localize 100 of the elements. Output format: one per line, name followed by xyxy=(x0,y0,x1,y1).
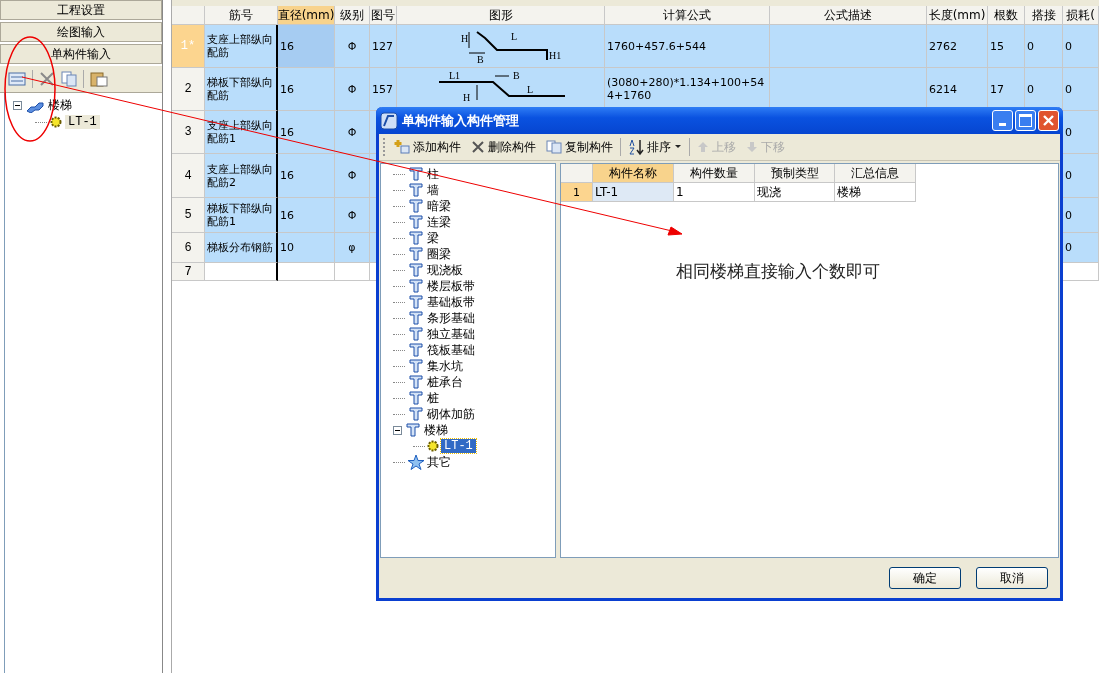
table-cell: 15 xyxy=(988,25,1025,68)
tree-item[interactable]: 桩承台 xyxy=(427,373,463,391)
column-header[interactable]: 汇总信息 xyxy=(835,164,916,183)
tree-item[interactable]: 桩 xyxy=(427,389,439,407)
table-cell: 127 xyxy=(370,25,397,68)
table-cell: 梯板下部纵向配筋 xyxy=(205,68,278,111)
tree-item[interactable]: 筏板基础 xyxy=(427,341,475,359)
row-header[interactable]: 3 xyxy=(172,111,205,154)
tree-item[interactable]: 连梁 xyxy=(427,213,451,231)
table-cell: 10 xyxy=(278,233,335,263)
table-cell: 0 xyxy=(1063,233,1099,263)
row-header[interactable]: 7 xyxy=(172,263,205,281)
table-cell: 2762 xyxy=(927,25,988,68)
column-header[interactable]: 损耗( xyxy=(1063,6,1099,25)
copy-icon[interactable] xyxy=(61,71,77,87)
tree-item[interactable]: 砌体加筋 xyxy=(427,405,475,423)
copy-icon xyxy=(546,140,562,154)
column-header[interactable]: 根数 xyxy=(988,6,1025,25)
column-header[interactable]: 计算公式 xyxy=(605,6,770,25)
row-header[interactable]: 4 xyxy=(172,154,205,198)
structure-icon xyxy=(407,214,425,230)
table-cell: Φ xyxy=(335,154,370,198)
toolbar-button[interactable]: 添加构件 xyxy=(391,138,464,156)
star-icon xyxy=(407,454,425,470)
table-cell: 0 xyxy=(1063,154,1099,198)
column-header[interactable]: 图号 xyxy=(370,6,397,25)
table-cell: 0 xyxy=(1025,25,1063,68)
delete-icon[interactable] xyxy=(39,71,55,87)
row-header[interactable]: 2 xyxy=(172,68,205,111)
app-icon xyxy=(380,111,398,130)
collapse-toggle[interactable] xyxy=(13,100,22,110)
table-cell: Φ xyxy=(335,25,370,68)
tree-item[interactable]: LT-1 xyxy=(441,439,476,453)
table-cell: 0 xyxy=(1063,111,1099,154)
down-arrow-icon xyxy=(746,141,758,153)
tree-item[interactable]: 梁 xyxy=(427,229,439,247)
tree-item[interactable]: 楼层板带 xyxy=(427,277,475,295)
column-header[interactable]: 级别 xyxy=(335,6,370,25)
tree-item[interactable]: 独立基础 xyxy=(427,325,475,343)
table-cell: 157 xyxy=(370,68,397,111)
row-header[interactable]: 5 xyxy=(172,198,205,233)
section-button[interactable]: 绘图输入 xyxy=(0,22,162,42)
column-header[interactable]: 构件数量 xyxy=(674,164,755,183)
cancel-button[interactable]: 取消 xyxy=(976,567,1048,589)
column-header[interactable]: 长度(mm) xyxy=(927,6,988,25)
note-text: 相同楼梯直接输入个数即可 xyxy=(676,260,881,283)
toolbar-button[interactable]: 删除构件 xyxy=(468,138,539,156)
tree-item[interactable]: 暗梁 xyxy=(427,197,451,215)
table-cell: 楼梯 xyxy=(835,183,916,202)
tree-item[interactable]: 基础板带 xyxy=(427,293,475,311)
section-button[interactable]: 单构件输入 xyxy=(0,44,162,64)
toolbar-button[interactable]: 排序 xyxy=(625,138,685,156)
add-icon xyxy=(394,140,410,154)
maximize-button[interactable] xyxy=(1015,110,1036,131)
column-header[interactable]: 图形 xyxy=(397,6,605,25)
table-cell: 16 xyxy=(278,198,335,233)
collapse-toggle[interactable] xyxy=(393,425,402,435)
paste-icon[interactable] xyxy=(90,71,108,87)
tree-item[interactable]: 现浇板 xyxy=(427,261,463,279)
column-header[interactable]: 构件名称 xyxy=(593,164,674,183)
column-header[interactable]: 直径(mm) xyxy=(278,6,335,25)
table-cell: Φ xyxy=(335,198,370,233)
rebar-shape-drawing: H B L H1 xyxy=(399,26,602,66)
tree-item[interactable]: 楼梯 xyxy=(424,421,448,439)
structure-icon xyxy=(407,278,425,294)
tree-item[interactable]: 集水坑 xyxy=(427,357,463,375)
table-cell: LT-1 xyxy=(593,183,674,202)
toolbar-button[interactable]: 复制构件 xyxy=(543,138,616,156)
close-button[interactable] xyxy=(1038,110,1059,131)
tree-item[interactable]: 圈梁 xyxy=(427,245,451,263)
list-icon[interactable] xyxy=(8,71,26,87)
table-cell: 0 xyxy=(1063,25,1099,68)
row-header[interactable]: 1 xyxy=(561,183,593,202)
table-cell: 16 xyxy=(278,154,335,198)
tree-item[interactable]: 墙 xyxy=(427,181,439,199)
row-header[interactable]: 6 xyxy=(172,233,205,263)
section-button[interactable]: 工程设置 xyxy=(0,0,162,20)
tree-item[interactable]: 条形基础 xyxy=(427,309,475,327)
structure-icon xyxy=(407,182,425,198)
structure-icon xyxy=(407,390,425,406)
column-header[interactable]: 筋号 xyxy=(205,6,278,25)
table-cell: 16 xyxy=(278,111,335,154)
column-header[interactable]: 搭接 xyxy=(1025,6,1063,25)
gear-icon xyxy=(50,116,62,128)
header-corner xyxy=(561,164,593,183)
table-cell: 16 xyxy=(278,25,335,68)
structure-icon xyxy=(404,422,422,438)
column-header[interactable]: 公式描述 xyxy=(770,6,927,25)
table-cell: 1760+457.6+544 xyxy=(605,25,770,68)
structure-icon xyxy=(407,342,425,358)
structure-icon xyxy=(407,406,425,422)
minimize-button[interactable] xyxy=(992,110,1013,131)
ok-button[interactable]: 确定 xyxy=(889,567,961,589)
column-header[interactable]: 预制类型 xyxy=(755,164,835,183)
window-title: 单构件输入构件管理 xyxy=(402,111,519,130)
table-cell: 16 xyxy=(278,68,335,111)
gear-icon xyxy=(427,440,439,452)
tree-item[interactable]: 其它 xyxy=(427,453,451,471)
tree-item[interactable]: LT-1 xyxy=(65,115,100,129)
table-cell: 0 xyxy=(1063,198,1099,233)
